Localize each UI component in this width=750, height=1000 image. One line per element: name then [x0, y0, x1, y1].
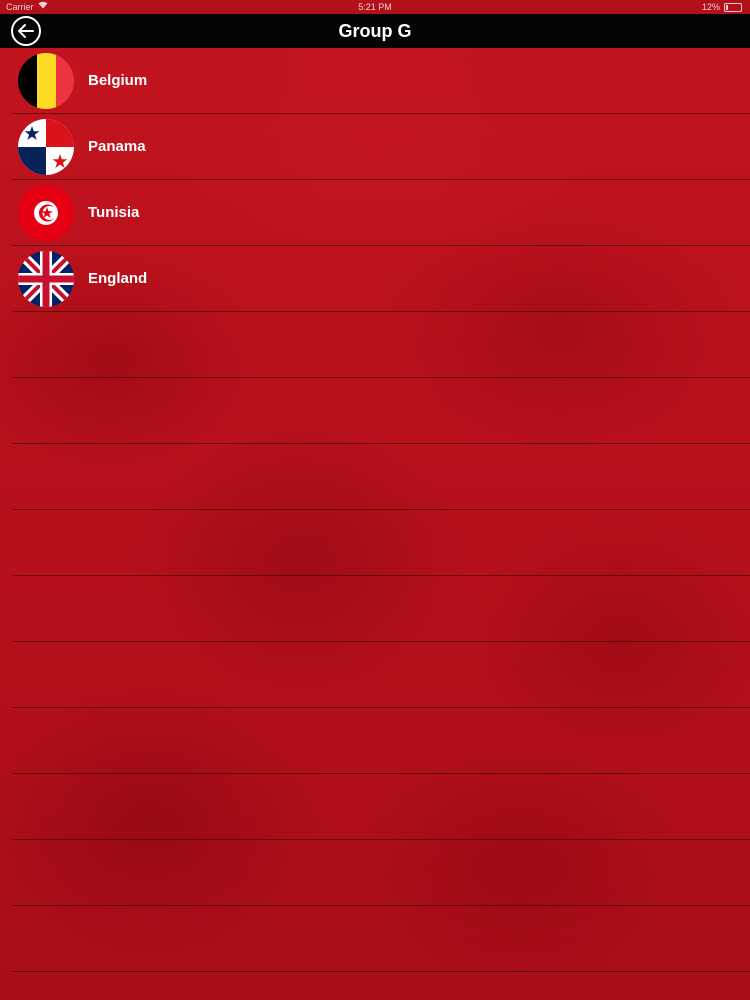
team-name: Panama	[88, 138, 146, 155]
empty-row	[12, 378, 750, 444]
empty-row	[12, 576, 750, 642]
empty-row	[12, 642, 750, 708]
team-name: England	[88, 270, 148, 287]
england-flag-icon	[18, 251, 74, 307]
battery-indicator: 12%	[702, 2, 742, 12]
empty-row	[12, 840, 750, 906]
team-row-panama[interactable]: Panama	[12, 114, 750, 180]
empty-row	[12, 444, 750, 510]
battery-icon	[724, 2, 742, 12]
battery-percent: 12%	[701, 2, 720, 12]
empty-row	[12, 906, 750, 972]
empty-row	[12, 708, 750, 774]
tunisia-flag-icon	[18, 185, 74, 241]
status-bar: Carrier 5:21 PM 12%	[0, 0, 750, 14]
team-row-tunisia[interactable]: Tunisia	[12, 180, 750, 246]
team-name: Belgium	[88, 72, 148, 89]
empty-row	[12, 774, 750, 840]
empty-row	[12, 510, 750, 576]
team-list: Belgium Panama Tunisia England	[0, 48, 750, 972]
team-row-england[interactable]: England	[12, 246, 750, 312]
team-row-belgium[interactable]: Belgium	[12, 48, 750, 114]
team-name: Tunisia	[88, 204, 140, 221]
navigation-bar: Group G	[0, 14, 750, 48]
panama-flag-icon	[18, 119, 74, 175]
empty-row	[12, 312, 750, 378]
belgium-flag-icon	[18, 53, 74, 109]
status-time: 5:21 PM	[358, 2, 392, 12]
page-title: Group G	[338, 21, 412, 41]
